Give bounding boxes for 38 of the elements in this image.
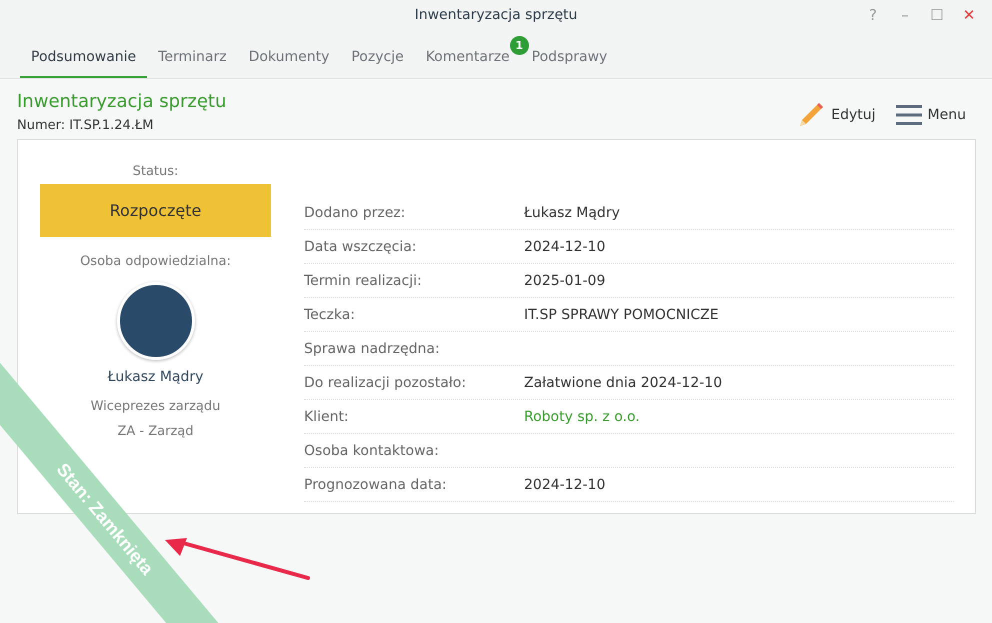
close-button[interactable]: ✕ (956, 4, 982, 26)
owner-name: Łukasz Mądry (108, 369, 204, 385)
window-title: Inwentaryzacja sprzętu (414, 7, 578, 23)
owner-department: ZA - Zarząd (117, 424, 194, 439)
tab[interactable]: Pozycje (340, 49, 415, 78)
field-label: Osoba kontaktowa: (304, 442, 440, 458)
field-label: Dodano przez: (304, 204, 406, 220)
menu-button[interactable]: Menu (896, 101, 966, 129)
tab[interactable]: Podsumowanie (20, 49, 148, 78)
field-value: 2024-12-10 (524, 238, 606, 254)
menu-icon (896, 104, 922, 126)
field-label: Termin realizacji: (304, 272, 423, 288)
owner-role: Wiceprezes zarządu (90, 399, 220, 414)
tab[interactable]: Dokumenty (238, 49, 340, 78)
pencil-icon (797, 101, 826, 129)
field-label: Prognozowana data: (304, 476, 448, 492)
field-value: 2025-01-09 (524, 272, 606, 288)
minimize-button[interactable]: – (892, 4, 918, 26)
field-value: IT.SP SPRAWY POMOCNICZE (524, 306, 719, 322)
field-value: Łukasz Mądry (524, 204, 620, 220)
count-badge: 1 (510, 36, 529, 55)
field-label: Klient: (304, 408, 350, 424)
edit-button[interactable]: Edytuj (797, 101, 876, 129)
field-label: Do realizacji pozostało: (304, 374, 468, 390)
owner-label: Osoba odpowiedzialna: (80, 254, 231, 269)
field-value: Załatwione dnia 2024-12-10 (524, 374, 722, 390)
case-number: Numer: IT.SP.1.24.ŁM (17, 118, 154, 133)
status-label: Status: (132, 164, 178, 179)
tab[interactable]: Terminarz (147, 49, 238, 78)
help-button[interactable]: ? (860, 4, 886, 26)
field-label: Sprawa nadrzędna: (304, 340, 441, 356)
field-value: 2024-12-10 (524, 476, 606, 492)
field-label: Data wszczęcia: (304, 238, 418, 254)
maximize-button[interactable]: ☐ (924, 4, 950, 26)
field-label: Teczka: (304, 306, 356, 322)
client-link[interactable]: Roboty sp. z o.o. (524, 408, 640, 424)
status-badge: Rozpoczęte (40, 184, 271, 237)
page-title: Inwentaryzacja sprzętu (17, 91, 226, 112)
